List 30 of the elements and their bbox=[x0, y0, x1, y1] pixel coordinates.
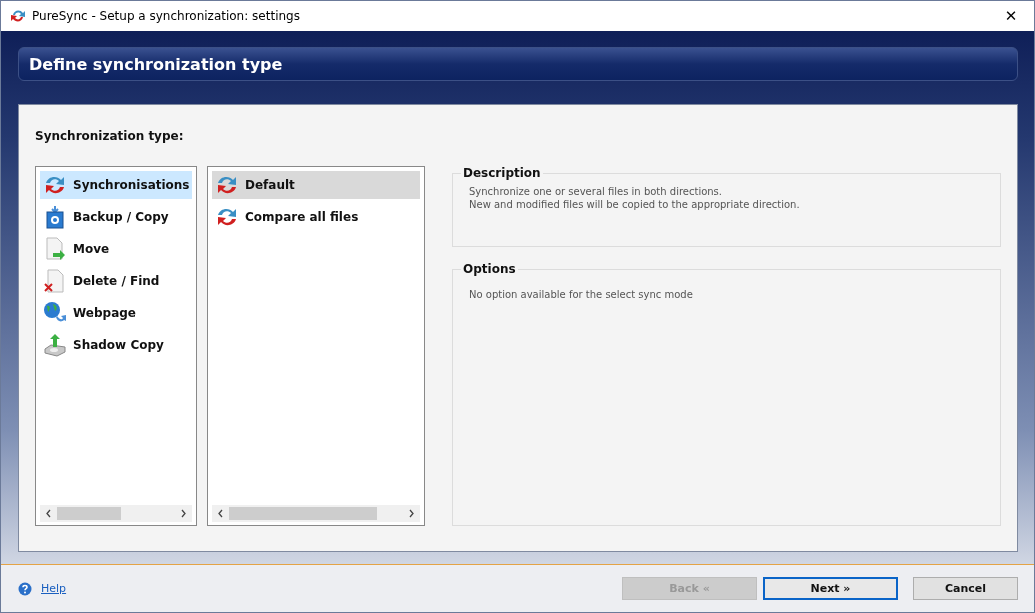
disk-arrow-icon bbox=[43, 333, 67, 357]
close-button[interactable]: ✕ bbox=[988, 1, 1034, 31]
description-text: Synchronize one or several files in both directions. bbox=[469, 185, 723, 198]
mode-item[interactable]: Default bbox=[212, 171, 420, 199]
category-item[interactable]: Delete / Find bbox=[40, 267, 192, 295]
help-link[interactable]: Help bbox=[41, 582, 67, 595]
document-arrow-icon bbox=[43, 237, 67, 261]
app-logo-icon bbox=[10, 8, 26, 24]
scrollbar-thumb[interactable] bbox=[229, 507, 377, 520]
help-icon[interactable] bbox=[18, 581, 32, 596]
category-item[interactable]: Move bbox=[40, 235, 192, 263]
scrollbar-thumb[interactable] bbox=[57, 507, 121, 520]
options-text: No option available for the select sync mode bbox=[469, 288, 694, 301]
category-item[interactable]: Shadow Copy bbox=[40, 331, 192, 359]
description-text: New and modified files will be copied to the appropriate direction. bbox=[469, 198, 801, 211]
group-title: Description bbox=[461, 166, 543, 180]
category-item[interactable]: Backup / Copy bbox=[40, 203, 192, 231]
category-item[interactable]: Synchronisations bbox=[40, 171, 192, 199]
horizontal-scrollbar[interactable] bbox=[212, 505, 420, 522]
window-title: PureSync - Setup a synchronization: settings bbox=[32, 9, 300, 23]
dialog-button[interactable]: Next » bbox=[763, 577, 898, 600]
section-label: Synchronization type: bbox=[35, 129, 185, 143]
horizontal-scrollbar[interactable] bbox=[40, 505, 192, 522]
category-item[interactable]: Webpage bbox=[40, 299, 192, 327]
page-heading: Define synchronization type bbox=[29, 54, 283, 74]
backup-box-icon bbox=[43, 205, 67, 229]
group-title: Options bbox=[461, 262, 518, 276]
dialog-button[interactable]: Cancel bbox=[913, 577, 1018, 600]
document-cross-icon bbox=[43, 269, 67, 293]
mode-item[interactable]: Compare all files bbox=[212, 203, 420, 231]
